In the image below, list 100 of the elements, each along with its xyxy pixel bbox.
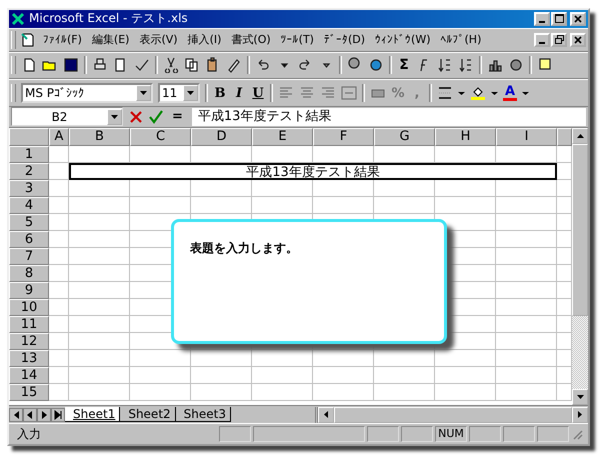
grid-cell[interactable] xyxy=(69,298,130,316)
grid-cell[interactable] xyxy=(252,384,313,401)
grid-cell[interactable] xyxy=(496,214,557,231)
restore-button[interactable] xyxy=(551,32,567,47)
grid-cell[interactable] xyxy=(69,146,130,163)
dropdown-arrow-icon[interactable] xyxy=(187,91,194,96)
up-arrow-icon[interactable] xyxy=(576,134,584,138)
column-header[interactable]: G xyxy=(374,128,435,146)
grid-cell[interactable] xyxy=(69,366,130,384)
grid-cell[interactable] xyxy=(374,366,435,384)
row-header[interactable]: 14 xyxy=(9,366,49,384)
grid-cell[interactable] xyxy=(130,384,191,401)
grid-cell[interactable] xyxy=(130,180,191,197)
grid-cell[interactable] xyxy=(69,332,130,350)
row-header[interactable]: 1 xyxy=(9,146,49,163)
grid-cell[interactable] xyxy=(435,366,496,384)
grid-cell[interactable] xyxy=(49,264,69,282)
resize-grip-icon[interactable] xyxy=(571,428,583,440)
grid-cell[interactable] xyxy=(49,350,69,367)
menu-item[interactable]: ﾃﾞｰﾀ(D) xyxy=(320,33,368,46)
spelling-check-icon[interactable] xyxy=(134,57,150,74)
grid-cell[interactable] xyxy=(374,180,435,197)
down-arrow-icon[interactable] xyxy=(576,395,584,400)
row-header[interactable]: 9 xyxy=(9,282,49,299)
name-box[interactable]: B2 xyxy=(11,107,123,126)
menu-item[interactable]: 挿入(I) xyxy=(184,32,224,48)
next-sheet-icon[interactable] xyxy=(37,408,51,422)
grid-cell[interactable] xyxy=(49,146,69,163)
grid-cell[interactable] xyxy=(49,180,69,197)
copy-icon[interactable] xyxy=(184,57,200,74)
grid-cell[interactable] xyxy=(69,350,130,367)
grid-cell[interactable] xyxy=(313,146,374,163)
grid-cell[interactable] xyxy=(313,180,374,197)
row-header[interactable]: 10 xyxy=(9,298,49,316)
grid-cell[interactable] xyxy=(496,230,557,248)
grid-cell[interactable] xyxy=(435,196,496,214)
column-header[interactable]: A xyxy=(49,128,69,146)
scroll-left-button[interactable] xyxy=(318,406,334,423)
select-all-corner[interactable] xyxy=(9,128,49,146)
grid-cell[interactable] xyxy=(496,264,557,282)
row-header[interactable]: 12 xyxy=(9,332,49,350)
grid-cell[interactable] xyxy=(130,146,191,163)
grid-cell[interactable] xyxy=(496,298,557,316)
column-header[interactable]: E xyxy=(252,128,313,146)
grid-cell[interactable] xyxy=(49,230,69,248)
grid-cell[interactable] xyxy=(49,282,69,299)
maximize-icon[interactable] xyxy=(554,14,564,24)
grid-cell[interactable] xyxy=(496,180,557,197)
grid-cell[interactable] xyxy=(496,366,557,384)
formula-input[interactable]: 平成13年度テスト結果 xyxy=(192,108,586,126)
grid-cell[interactable] xyxy=(191,384,252,401)
sort-descending-icon[interactable] xyxy=(458,57,474,74)
grid-cell[interactable] xyxy=(313,350,374,367)
grid-cell[interactable] xyxy=(49,196,69,214)
grid-cell[interactable] xyxy=(49,214,69,231)
minimize-button[interactable] xyxy=(534,32,550,47)
minimize-button[interactable] xyxy=(534,12,550,26)
grid-cell[interactable] xyxy=(191,350,252,367)
sheet-tab[interactable]: Sheet3 xyxy=(176,407,231,422)
row-header[interactable]: 13 xyxy=(9,350,49,367)
grid-cell[interactable] xyxy=(313,196,374,214)
grid-cell[interactable] xyxy=(49,162,69,180)
grid-cell[interactable] xyxy=(496,146,557,163)
enter-check-icon[interactable] xyxy=(149,110,163,124)
grid-cell[interactable] xyxy=(69,316,130,333)
scroll-down-button[interactable] xyxy=(572,389,588,406)
left-arrow-icon[interactable] xyxy=(324,411,328,418)
grid-cell[interactable] xyxy=(435,384,496,401)
grid-cell[interactable] xyxy=(130,350,191,367)
grid-cell[interactable] xyxy=(191,180,252,197)
grid-cell[interactable] xyxy=(69,264,130,282)
column-header[interactable]: H xyxy=(435,128,496,146)
first-sheet-icon[interactable] xyxy=(9,408,23,422)
map-icon[interactable] xyxy=(508,57,524,74)
grid-cell[interactable] xyxy=(69,282,130,299)
menu-item[interactable]: 書式(O) xyxy=(228,32,274,48)
grid-cell[interactable] xyxy=(252,196,313,214)
grid-cell[interactable] xyxy=(374,146,435,163)
row-header[interactable]: 3 xyxy=(9,180,49,197)
last-sheet-icon[interactable] xyxy=(51,408,65,422)
grid-cell[interactable] xyxy=(69,196,130,214)
grid-cell[interactable] xyxy=(374,196,435,214)
grid-cell[interactable] xyxy=(69,248,130,265)
bold-button[interactable]: B xyxy=(213,86,227,101)
scroll-up-button[interactable] xyxy=(572,128,588,144)
close-button[interactable] xyxy=(570,32,586,47)
scissors-icon[interactable] xyxy=(163,57,179,74)
font-color-button[interactable]: A xyxy=(503,85,517,102)
grid-cell[interactable] xyxy=(313,366,374,384)
grid-cell[interactable] xyxy=(49,332,69,350)
grid-cell[interactable] xyxy=(496,332,557,350)
grid-cell[interactable] xyxy=(49,298,69,316)
grid-cell[interactable] xyxy=(496,350,557,367)
grid-cell[interactable] xyxy=(69,230,130,248)
document-icon[interactable] xyxy=(20,32,36,48)
font-size-dropdown[interactable]: 11 xyxy=(158,83,200,104)
grid-cell[interactable] xyxy=(496,384,557,401)
scroll-thumb[interactable] xyxy=(572,144,588,316)
column-header[interactable]: D xyxy=(191,128,252,146)
dropdown-arrow-icon[interactable] xyxy=(111,114,118,119)
